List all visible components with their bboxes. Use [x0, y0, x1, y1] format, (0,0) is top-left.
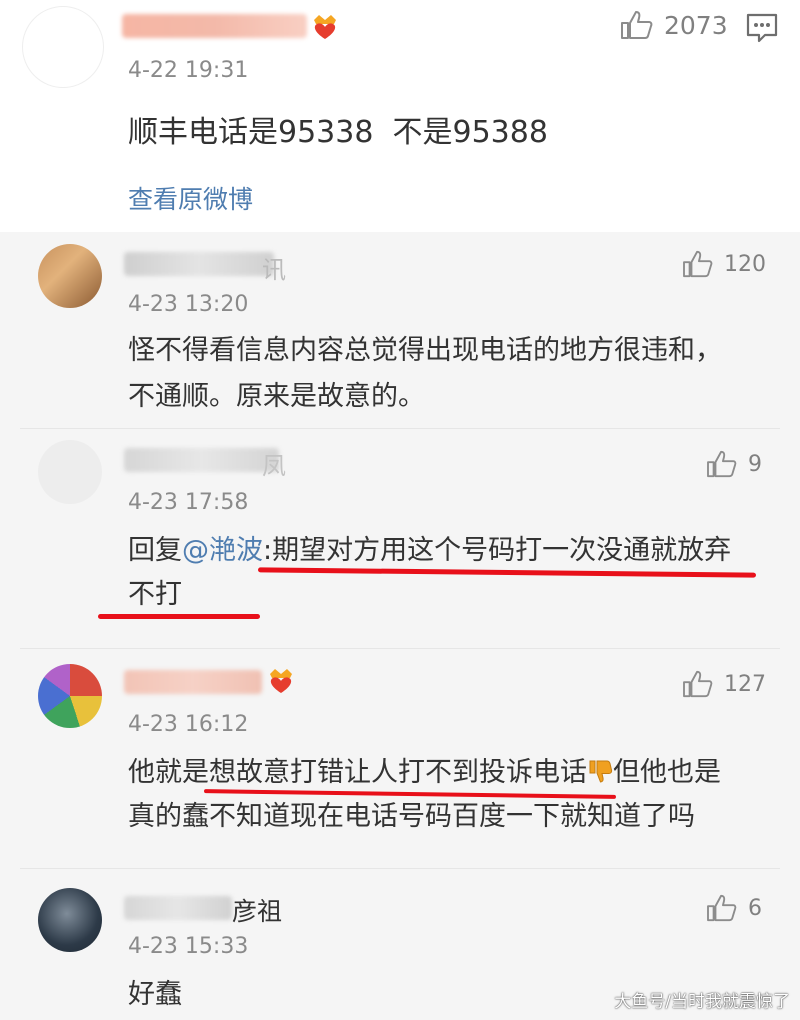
comment-text-line: 怪不得看信息内容总觉得出现电话的地方很违和，	[128, 335, 722, 366]
comment-time: 4-23 15:33	[128, 934, 249, 959]
like-button[interactable]: 6	[706, 894, 762, 922]
original-post-card: 4-22 19:31 2073 顺丰电话是95338 不是95388 查看原微博	[0, 0, 800, 232]
username-visible[interactable]: 讯	[262, 250, 286, 285]
comment-text: 但他也是	[613, 757, 721, 788]
avatar[interactable]	[38, 440, 102, 504]
username-redacted[interactable]	[124, 896, 232, 920]
divider	[20, 868, 780, 869]
comment-text-line: 好蠢	[128, 979, 182, 1010]
thumbs-up-icon	[683, 670, 713, 698]
username-visible[interactable]: 彦祖	[232, 892, 282, 928]
avatar[interactable]	[38, 244, 102, 308]
like-button[interactable]: 2073	[620, 10, 728, 40]
thumbs-up-icon	[707, 894, 737, 922]
divider	[20, 428, 780, 429]
reply-text: :期望对方用这个号码打一次没通就放弃	[263, 535, 732, 566]
avatar[interactable]	[22, 6, 104, 88]
username-visible[interactable]: 凤	[262, 446, 286, 481]
like-count: 127	[724, 671, 766, 697]
username-redacted[interactable]	[124, 670, 262, 694]
thumbs-up-icon	[683, 250, 713, 278]
like-count: 120	[724, 251, 766, 277]
comment-time: 4-23 16:12	[128, 712, 249, 737]
comment-text-line: 不打	[128, 579, 182, 610]
username-redacted[interactable]	[124, 448, 279, 472]
like-button[interactable]: 127	[682, 670, 766, 698]
comment-text-line: 真的蠢不知道现在电话号码百度一下就知道了吗	[128, 801, 695, 832]
avatar[interactable]	[38, 888, 102, 952]
watermark: 大鱼号/当时我就震惊了	[614, 992, 790, 1012]
red-underline-annotation	[98, 614, 260, 619]
thumbs-up-icon	[707, 450, 737, 478]
like-count: 6	[748, 895, 762, 921]
post-time: 4-22 19:31	[128, 58, 249, 83]
heart-crown-icon	[270, 669, 292, 693]
heart-crown-icon	[314, 15, 336, 39]
thumbs-up-icon	[621, 11, 653, 39]
reply-prefix: 回复	[128, 535, 182, 566]
comment-text-line: 回复@滟波:期望对方用这个号码打一次没通就放弃	[128, 528, 731, 574]
comment-icon[interactable]	[745, 12, 779, 44]
comment-time: 4-23 13:20	[128, 292, 249, 317]
mention-link[interactable]: @滟波	[182, 535, 263, 566]
avatar[interactable]	[38, 664, 102, 728]
username-redacted[interactable]	[124, 252, 274, 276]
comment-text-line: 不通顺。原来是故意的。	[128, 381, 425, 412]
like-button[interactable]: 120	[682, 250, 766, 278]
comment-text: 他就是想故意打错让人打不到投诉电话	[128, 757, 587, 788]
username-redacted[interactable]	[122, 14, 307, 38]
comment-time: 4-23 17:58	[128, 490, 249, 515]
divider	[20, 648, 780, 649]
view-original-link[interactable]: 查看原微博	[128, 180, 253, 216]
like-count: 2073	[664, 10, 728, 40]
post-text: 顺丰电话是95338 不是95388	[128, 115, 548, 150]
like-count: 9	[748, 451, 762, 477]
like-button[interactable]: 9	[706, 450, 762, 478]
thumbs-down-emoji	[587, 753, 613, 783]
